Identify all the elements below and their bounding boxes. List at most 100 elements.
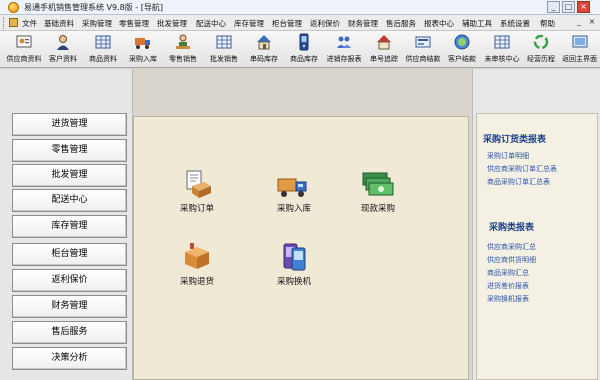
phone-icon (299, 33, 309, 51)
menu-bar: 文件 基础资料 采购管理 零售管理 批发管理 配送中心 库存管理 柜台管理 返利… (0, 15, 600, 31)
toolbar-label: 进销存报表 (326, 55, 362, 63)
toolbar-wholesale-sales[interactable]: 批发销售 (204, 33, 244, 66)
recycle-icon (533, 34, 549, 50)
customer-pay-icon (454, 34, 470, 50)
toolbar-serial-inventory[interactable]: 串码库存 (244, 33, 284, 66)
cash-purchase-icon (362, 172, 394, 196)
menu-purchase[interactable]: 采购管理 (82, 18, 112, 29)
nav-finance-management[interactable]: 财务管理 (12, 295, 127, 318)
nav-after-sales[interactable]: 售后服务 (12, 321, 127, 344)
report-section-title: 采购类报表 (489, 223, 535, 233)
app-logo-icon (8, 2, 19, 13)
nav-purchase-management[interactable]: 进货管理 (12, 113, 127, 136)
menu-finance[interactable]: 财务管理 (348, 18, 378, 29)
menu-help[interactable]: 帮助 (540, 18, 555, 29)
toolbar-label: 返回主界面 (562, 55, 597, 63)
purchase-return-icon (185, 243, 209, 269)
toolbar-label: 商品库存 (290, 55, 318, 63)
toolbar-label: 商品资料 (89, 55, 117, 63)
mdi-minimize-button[interactable]: _ (574, 17, 584, 28)
home-screen-icon (572, 35, 587, 48)
func-label: 现款采购 (360, 204, 395, 214)
nav-counter-management[interactable]: 柜台管理 (12, 243, 127, 266)
toolbar-customer-payment[interactable]: 客户结款 (442, 33, 482, 66)
toolbar-psi-report[interactable]: 进销存报表 (322, 33, 366, 66)
menu-after-sales[interactable]: 售后服务 (386, 18, 416, 29)
func-purchase-return[interactable]: 采购退货 (167, 242, 227, 287)
report-box: 采购订货类报表 采购订单明细 供应商采购订单汇总表 商品采购订单汇总表 采购类报… (476, 113, 598, 380)
menu-inventory[interactable]: 库存管理 (234, 18, 264, 29)
toolbar-serial-tracking[interactable]: 串号追踪 (364, 33, 404, 66)
toolbar-label: 供应商结款 (405, 55, 441, 63)
report-link[interactable]: 供应商采购订单汇总表 (487, 164, 557, 174)
toolbar-product-info[interactable]: 商品资料 (84, 33, 122, 66)
report-link[interactable]: 商品采购汇总 (487, 268, 529, 278)
product-grid-icon (95, 35, 111, 49)
window-title: 易通手机销售管理系统 V9.8版 - [导航] (24, 3, 163, 12)
report-link[interactable]: 采购换机报表 (487, 294, 529, 304)
menu-settings[interactable]: 系统设置 (500, 18, 530, 29)
purchase-order-icon (186, 170, 211, 198)
report-link[interactable]: 采购订单明细 (487, 151, 529, 161)
nav-retail-management[interactable]: 零售管理 (12, 139, 127, 162)
toolbar-label: 经营历程 (527, 55, 555, 63)
report-link[interactable]: 供应商采购汇总 (487, 242, 536, 252)
toolbar-label: 客户资料 (49, 55, 77, 63)
toolbar-retail-sales[interactable]: 零售销售 (163, 33, 203, 66)
wholesale-grid-icon (216, 35, 232, 49)
menu-counter[interactable]: 柜台管理 (272, 18, 302, 29)
clerk-icon (176, 34, 190, 49)
menu-tools[interactable]: 辅助工具 (462, 18, 492, 29)
title-bar: 易通手机销售管理系统 V9.8版 - [导航] _ □ × (0, 0, 600, 15)
toolbar-supplier-info[interactable]: 供应商资料 (2, 33, 46, 66)
menu-basic-data[interactable]: 基础资料 (44, 18, 74, 29)
nav-distribution-center[interactable]: 配送中心 (12, 189, 127, 212)
audit-grid-icon (494, 35, 510, 49)
center-panel: 采购订单 采购入库 现款采购 采购退货 采购换机 (133, 69, 472, 380)
mdi-close-button[interactable]: × (587, 17, 597, 28)
func-label: 采购退货 (179, 277, 214, 287)
file-menu-icon (9, 18, 18, 27)
toolbar-label: 零售销售 (169, 55, 197, 63)
menu-distribution[interactable]: 配送中心 (196, 18, 226, 29)
purchase-inbound-icon (277, 178, 307, 197)
report-link[interactable]: 供应商供货明细 (487, 255, 536, 265)
menu-rebate[interactable]: 返利保价 (310, 18, 340, 29)
nav-wholesale-management[interactable]: 批发管理 (12, 164, 127, 187)
customer-person-icon (57, 35, 69, 50)
close-button[interactable]: × (577, 1, 590, 13)
minimize-button[interactable]: _ (547, 1, 560, 13)
func-label: 采购换机 (276, 277, 311, 287)
menu-reports[interactable]: 报表中心 (424, 18, 454, 29)
truck-icon (135, 38, 150, 49)
toolbar-return-home[interactable]: 返回主界面 (559, 33, 600, 66)
toolbar-purchase-inbound[interactable]: 采购入库 (123, 33, 163, 66)
toolbar-unaudited-center[interactable]: 未审核中心 (480, 33, 524, 66)
toolbar-supplier-payment[interactable]: 供应商结款 (401, 33, 445, 66)
menu-wholesale[interactable]: 批发管理 (157, 18, 187, 29)
func-purchase-exchange[interactable]: 采购换机 (264, 242, 324, 287)
toolbar: 供应商资料 客户资料 商品资料 采购入库 零售销售 批发销售 串码库存 商品库存… (0, 31, 600, 68)
toolbar-customer-info[interactable]: 客户资料 (44, 33, 82, 66)
purchase-exchange-icon (283, 243, 306, 271)
nav-inventory-management[interactable]: 库存管理 (12, 215, 127, 238)
func-cash-purchase[interactable]: 现款采购 (348, 169, 408, 214)
maximize-button[interactable]: □ (562, 1, 575, 13)
report-panel: 采购订货类报表 采购订单明细 供应商采购订单汇总表 商品采购订单汇总表 采购类报… (472, 69, 600, 380)
func-label: 采购订单 (179, 204, 214, 214)
nav-decision-analysis[interactable]: 决策分析 (12, 347, 127, 370)
toolbar-label: 客户结款 (448, 55, 476, 63)
report-link[interactable]: 商品采购订单汇总表 (487, 177, 550, 187)
toolbar-business-history[interactable]: 经营历程 (522, 33, 560, 66)
supplier-card-icon (16, 35, 32, 48)
nav-rebate-protection[interactable]: 返利保价 (12, 269, 127, 292)
func-purchase-inbound[interactable]: 采购入库 (264, 169, 324, 214)
toolbar-label: 未审核中心 (484, 55, 520, 63)
report-link[interactable]: 进货差价报表 (487, 281, 529, 291)
people-report-icon (337, 36, 351, 48)
func-purchase-order[interactable]: 采购订单 (167, 169, 227, 214)
menu-file[interactable]: 文件 (22, 18, 37, 29)
toolbar-product-inventory[interactable]: 商品库存 (284, 33, 324, 66)
menu-retail[interactable]: 零售管理 (119, 18, 149, 29)
supplier-pay-icon (415, 36, 431, 48)
